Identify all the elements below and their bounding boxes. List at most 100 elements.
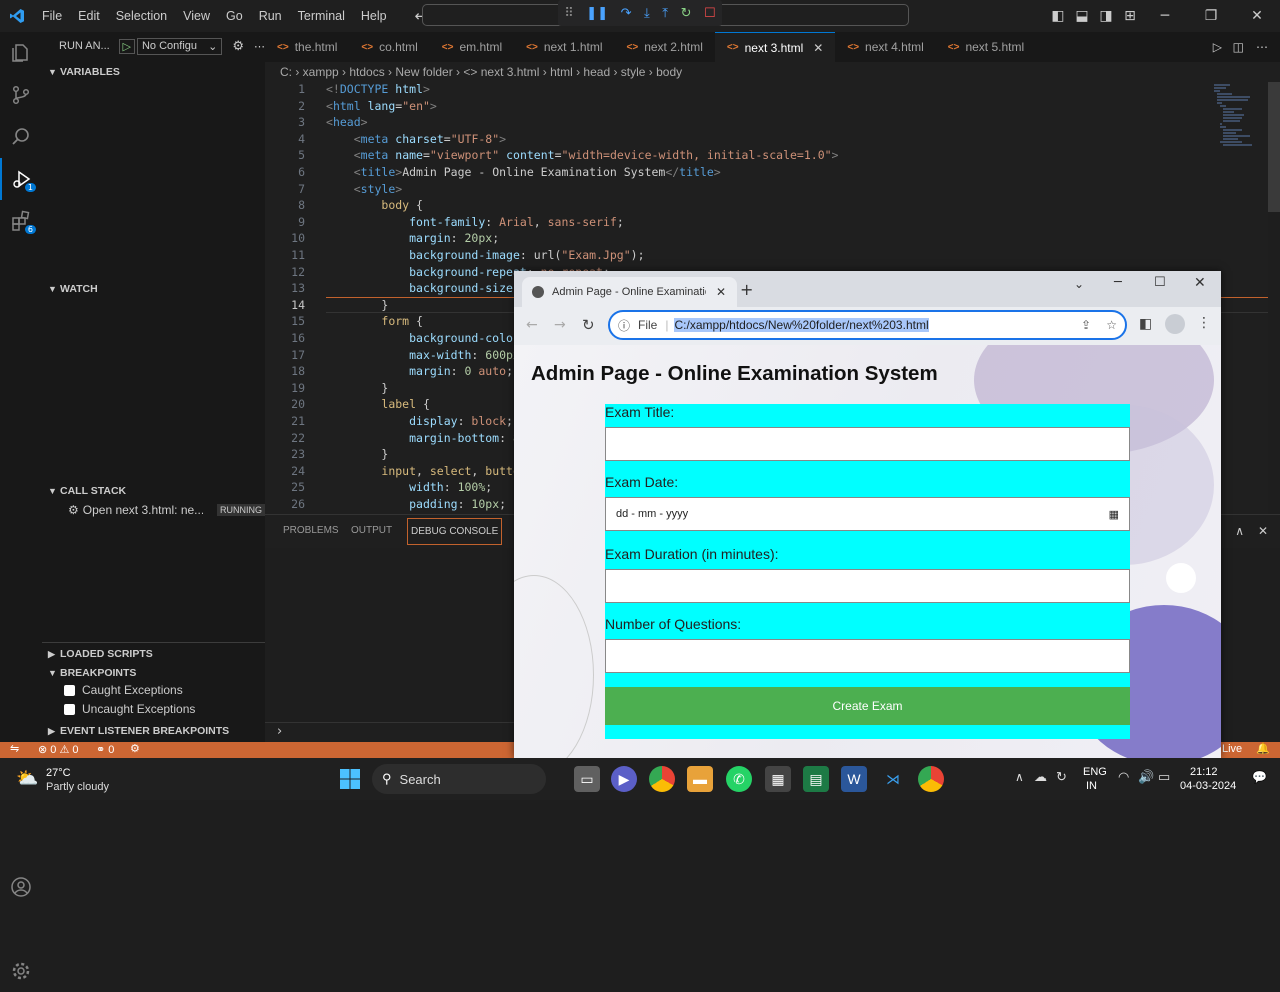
tab-debug-console[interactable]: DEBUG CONSOLE: [407, 518, 503, 545]
step-over-icon[interactable]: ↷: [621, 6, 632, 21]
gear-icon[interactable]: ⚙: [232, 38, 244, 54]
tab-next2-html[interactable]: <> next 2.html: [615, 32, 715, 62]
chrome-taskbar-icon[interactable]: [649, 766, 675, 792]
run-file-icon[interactable]: ▷: [1213, 40, 1222, 54]
cloud-icon[interactable]: ☁: [1034, 769, 1047, 785]
variables-section[interactable]: ▼ VARIABLES: [42, 61, 265, 83]
minimize-icon[interactable]: ─: [1142, 8, 1188, 24]
tab-em-html[interactable]: <> em.html: [430, 32, 514, 62]
language-region[interactable]: IN: [1086, 780, 1097, 792]
share-icon[interactable]: ⇪: [1081, 318, 1091, 332]
close-window-icon[interactable]: ✕: [1194, 275, 1206, 291]
account-icon[interactable]: [0, 866, 42, 908]
exam-title-input[interactable]: [605, 427, 1130, 461]
start-debug-icon[interactable]: ▷: [118, 38, 135, 54]
app-icon[interactable]: ▤: [803, 766, 829, 792]
clock-date[interactable]: 04-03-2024: [1180, 780, 1236, 792]
maximize-panel-icon[interactable]: ∧: [1235, 524, 1244, 538]
tab-next3-html[interactable]: <> next 3.html ✕: [714, 32, 836, 62]
extensions-icon[interactable]: 6: [0, 200, 42, 242]
menu-view[interactable]: View: [175, 0, 218, 32]
ports-status[interactable]: ⚭ 0: [96, 743, 114, 756]
whatsapp-icon[interactable]: ✆: [726, 766, 752, 792]
toggle-sidebar-icon[interactable]: ◧: [1046, 8, 1070, 24]
run-debug-icon[interactable]: 1: [0, 158, 42, 200]
exam-date-input[interactable]: dd - mm - yyyy ▦: [605, 497, 1130, 531]
step-into-icon[interactable]: ⤓: [644, 6, 650, 21]
side-panel-icon[interactable]: ◧: [1139, 316, 1152, 332]
tab-the-html[interactable]: <> the.html: [265, 32, 349, 62]
close-icon[interactable]: ✕: [1234, 8, 1280, 24]
caught-exceptions-row[interactable]: Caught Exceptions: [64, 683, 183, 697]
num-questions-input[interactable]: [605, 639, 1130, 673]
settings-gear-icon[interactable]: [0, 950, 42, 992]
tab-next5-html[interactable]: <> next 5.html: [936, 32, 1036, 62]
tab-next4-html[interactable]: <> next 4.html: [835, 32, 935, 62]
more-icon[interactable]: ⋯: [254, 40, 265, 53]
call-stack-item[interactable]: ⚙ Open next 3.html: ne... RUNNING: [68, 500, 265, 520]
toggle-secondary-icon[interactable]: ◨: [1094, 8, 1118, 24]
temperature[interactable]: 27°C: [46, 767, 71, 779]
debug-status-icon[interactable]: ⚙: [130, 742, 140, 755]
clock-time[interactable]: 21:12: [1190, 766, 1218, 778]
reload-icon[interactable]: ↻: [582, 316, 595, 334]
language-primary[interactable]: ENG: [1083, 766, 1107, 778]
forward-icon[interactable]: →: [554, 317, 566, 333]
store-icon[interactable]: ▦: [765, 766, 791, 792]
layout-icon[interactable]: ⊞: [1118, 8, 1142, 24]
url-text[interactable]: C:/xampp/htdocs/New%20folder/next%203.ht…: [674, 318, 929, 332]
tab-problems[interactable]: PROBLEMS: [283, 525, 339, 536]
calendar-icon[interactable]: ▦: [1109, 508, 1119, 521]
vscode-taskbar-icon[interactable]: ⋊: [880, 766, 906, 792]
breadcrumb[interactable]: C: › xampp › htdocs › New folder › <> ne…: [265, 62, 1280, 82]
caught-checkbox[interactable]: [64, 684, 75, 696]
bell-icon[interactable]: 🔔: [1256, 742, 1270, 755]
editor-scrollbar[interactable]: [1268, 82, 1280, 212]
menu-help[interactable]: Help: [353, 0, 395, 32]
chevron-up-icon[interactable]: ∧: [1015, 770, 1024, 784]
event-listener-section[interactable]: ▶ EVENT LISTENER BREAKPOINTS: [42, 720, 265, 742]
notification-icon[interactable]: 💬: [1252, 770, 1267, 784]
volume-icon[interactable]: 🔊: [1138, 769, 1154, 785]
close-tab-icon[interactable]: ✕: [813, 41, 823, 55]
file-explorer-icon[interactable]: ▬: [687, 766, 713, 792]
battery-icon[interactable]: ▭: [1158, 769, 1170, 785]
sync-icon[interactable]: ↻: [1056, 769, 1067, 785]
profile-avatar-icon[interactable]: [1165, 314, 1185, 334]
word-icon[interactable]: W: [841, 766, 867, 792]
split-editor-icon[interactable]: ◫: [1233, 40, 1244, 54]
maximize-icon[interactable]: ☐: [1154, 275, 1166, 290]
menu-selection[interactable]: Selection: [108, 0, 175, 32]
create-exam-button[interactable]: Create Exam: [605, 687, 1130, 725]
debug-console-input[interactable]: ›: [265, 722, 515, 742]
breakpoints-section[interactable]: ▼ BREAKPOINTS: [42, 662, 265, 684]
call-stack-section[interactable]: ▼ CALL STACK: [42, 480, 265, 502]
watch-section[interactable]: ▼ WATCH: [42, 278, 265, 300]
menu-kebab-icon[interactable]: ⋮: [1197, 315, 1211, 331]
stop-icon[interactable]: ☐: [704, 6, 716, 21]
close-panel-icon[interactable]: ✕: [1258, 524, 1268, 538]
toggle-panel-icon[interactable]: ⬓: [1070, 8, 1094, 24]
menu-terminal[interactable]: Terminal: [290, 0, 353, 32]
problems-status[interactable]: ⊗ 0 ⚠ 0: [38, 743, 78, 756]
minimize-icon[interactable]: ─: [1114, 275, 1122, 290]
tab-next1-html[interactable]: <> next 1.html: [514, 32, 614, 62]
uncaught-checkbox[interactable]: [64, 703, 75, 715]
back-icon[interactable]: ←: [526, 317, 538, 333]
meet-icon[interactable]: ▶: [611, 766, 637, 792]
source-control-icon[interactable]: [0, 74, 42, 116]
remote-icon[interactable]: ⇋: [10, 742, 19, 755]
drag-handle-icon[interactable]: ⠿: [564, 6, 574, 21]
close-tab-icon[interactable]: ✕: [716, 285, 726, 299]
bookmark-star-icon[interactable]: ☆: [1106, 318, 1117, 332]
minimap[interactable]: [1212, 82, 1268, 162]
task-view-icon[interactable]: ▭: [574, 766, 600, 792]
taskbar-search[interactable]: ⚲ Search: [372, 764, 546, 794]
step-out-icon[interactable]: ⤒: [662, 6, 668, 21]
tab-search-icon[interactable]: ⌄: [1074, 277, 1084, 291]
menu-run[interactable]: Run: [251, 0, 290, 32]
config-select[interactable]: No Configu ⌄: [136, 37, 223, 55]
restore-icon[interactable]: ❐: [1188, 8, 1234, 24]
menu-edit[interactable]: Edit: [70, 0, 108, 32]
search-icon[interactable]: [0, 116, 42, 158]
